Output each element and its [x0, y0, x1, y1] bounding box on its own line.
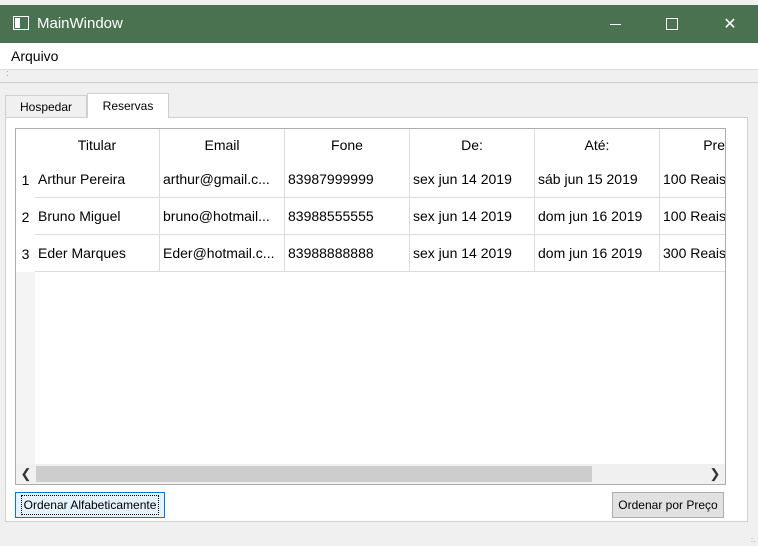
close-button[interactable]: ✕ — [707, 5, 753, 43]
table-cell[interactable]: sáb jun 15 2019 — [535, 161, 660, 198]
menu-arquivo[interactable]: Arquivo — [11, 48, 58, 64]
row-number[interactable]: 1 — [16, 161, 35, 198]
column-header-preco[interactable]: Pre — [660, 129, 725, 161]
minimize-icon — [609, 23, 621, 25]
table-cell[interactable]: sex jun 14 2019 — [410, 235, 535, 272]
table-cell[interactable]: 100 Reais — [660, 198, 725, 235]
toolbar-grip-icon[interactable]: · · — [6, 68, 9, 80]
sort-by-price-button[interactable]: Ordenar por Preço — [612, 492, 724, 518]
minimize-button[interactable] — [592, 5, 638, 43]
table-cell[interactable]: Eder@hotmail.c... — [160, 235, 285, 272]
table-cell[interactable]: 83988555555 — [285, 198, 410, 235]
table-cell[interactable]: sex jun 14 2019 — [410, 161, 535, 198]
table-cell[interactable]: 83987999999 — [285, 161, 410, 198]
reservations-table[interactable]: Titular Email Fone De: Até: Pre 1 Arthur… — [15, 128, 726, 485]
table-cell[interactable]: bruno@hotmail... — [160, 198, 285, 235]
sort-alphabetically-label: Ordenar Alfabeticamente — [20, 495, 160, 515]
table-cell[interactable]: dom jun 16 2019 — [535, 198, 660, 235]
table-corner[interactable] — [16, 129, 35, 161]
column-header-de[interactable]: De: — [410, 129, 535, 161]
scroll-right-icon[interactable]: ❯ — [705, 464, 725, 484]
resize-grip-icon[interactable]: · ·· — [751, 535, 756, 546]
menu-bar: Arquivo — [0, 43, 758, 70]
table-cell[interactable]: Arthur Pereira — [35, 161, 160, 198]
maximize-button[interactable] — [649, 5, 695, 43]
column-header-ate[interactable]: Até: — [535, 129, 660, 161]
table-cell[interactable]: Eder Marques — [35, 235, 160, 272]
column-header-email[interactable]: Email — [160, 129, 285, 161]
horizontal-scrollbar[interactable]: ❮ ❯ — [16, 464, 725, 484]
table-cell[interactable]: sex jun 14 2019 — [410, 198, 535, 235]
table-cell[interactable]: Bruno Miguel — [35, 198, 160, 235]
table-cell[interactable]: 300 Reais — [660, 235, 725, 272]
scroll-left-icon[interactable]: ❮ — [16, 464, 36, 484]
row-number[interactable]: 2 — [16, 198, 35, 235]
divider — [0, 82, 758, 83]
row-number[interactable]: 3 — [16, 235, 35, 272]
tab-hospedar[interactable]: Hospedar — [5, 95, 87, 117]
maximize-icon — [666, 18, 678, 30]
tab-reservas[interactable]: Reservas — [87, 93, 169, 118]
title-bar: MainWindow ✕ — [0, 5, 758, 43]
table-cell[interactable]: dom jun 16 2019 — [535, 235, 660, 272]
column-header-titular[interactable]: Titular — [35, 129, 160, 161]
table-cell[interactable]: arthur@gmail.c... — [160, 161, 285, 198]
table-cell[interactable]: 100 Reais — [660, 161, 725, 198]
table-cell[interactable]: 83988888888 — [285, 235, 410, 272]
column-header-fone[interactable]: Fone — [285, 129, 410, 161]
close-icon: ✕ — [723, 16, 737, 33]
window-icon — [13, 16, 29, 30]
sort-alphabetically-button[interactable]: Ordenar Alfabeticamente — [15, 492, 165, 518]
window-title: MainWindow — [37, 15, 123, 32]
scrollbar-thumb[interactable] — [36, 466, 592, 482]
